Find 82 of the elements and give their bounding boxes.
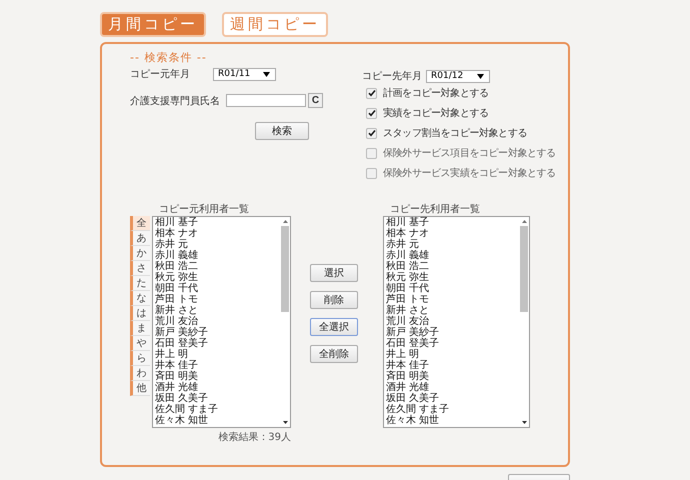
transfer-button[interactable]: 選択: [310, 264, 358, 282]
user-item[interactable]: 佐々木 知世: [155, 415, 280, 426]
option-label: 実績をコピー対象とする: [383, 106, 489, 120]
user-item[interactable]: 荒川 友治: [386, 316, 519, 327]
user-item[interactable]: 秋田 浩二: [386, 261, 519, 272]
field-label: コピー先年月: [362, 70, 422, 83]
checkbox[interactable]: [366, 168, 377, 178]
dropdown-arrow-icon: [477, 74, 484, 78]
user-item[interactable]: 坂田 久美子: [386, 393, 519, 404]
kana-tab[interactable]: ら: [130, 351, 150, 366]
user-item[interactable]: 朝田 千代: [155, 283, 280, 294]
option-label: 計画をコピー対象とする: [383, 86, 489, 100]
name-input[interactable]: [226, 94, 306, 107]
field-label: コピー元年月: [130, 68, 191, 81]
month-select[interactable]: R01/12: [426, 70, 490, 82]
user-item[interactable]: 新井 さと: [155, 305, 280, 316]
kana-tab[interactable]: は: [130, 306, 150, 321]
user-item[interactable]: 井上 明: [386, 349, 519, 360]
user-item[interactable]: 佐々木 知世: [386, 415, 519, 426]
user-item[interactable]: 井本 佳子: [386, 360, 519, 371]
kana-tab[interactable]: さ: [130, 261, 150, 276]
transfer-button[interactable]: 全選択: [310, 318, 358, 336]
kana-tab[interactable]: か: [130, 246, 150, 261]
user-item[interactable]: 酒井 光雄: [155, 382, 280, 393]
user-item[interactable]: 芦田 トモ: [386, 294, 519, 305]
option-label: 保険外サービス実績をコピー対象とする: [383, 166, 556, 180]
kana-tab[interactable]: た: [130, 276, 150, 291]
field-label: 介護支援専門員氏名: [130, 94, 220, 108]
dropdown-arrow-icon: [263, 72, 270, 76]
option-label: スタッフ割当をコピー対象とする: [383, 126, 528, 140]
scroll-up-icon: [522, 220, 526, 223]
user-item[interactable]: 芦田 トモ: [155, 294, 280, 305]
user-item[interactable]: 石田 登美子: [386, 338, 519, 349]
kana-tab[interactable]: 全: [130, 216, 150, 231]
user-item[interactable]: 佐久間 すま子: [386, 404, 519, 415]
user-item[interactable]: 相川 基子: [386, 217, 519, 228]
kana-tab[interactable]: や: [130, 336, 150, 351]
kana-tab[interactable]: ま: [130, 321, 150, 336]
user-item[interactable]: 斉田 明美: [155, 371, 280, 382]
user-item[interactable]: 赤井 元: [155, 239, 280, 250]
user-item[interactable]: 相本 ナオ: [155, 228, 280, 239]
list-title: コピー元利用者一覧: [159, 202, 250, 216]
clear-button[interactable]: C: [308, 93, 323, 108]
result-count: 検索結果：39人: [218, 432, 291, 443]
user-item[interactable]: 秋元 弥生: [386, 272, 519, 283]
user-item[interactable]: 新戸 美紗子: [155, 327, 280, 338]
user-item[interactable]: 佐久間 すま子: [155, 404, 280, 415]
kana-tab[interactable]: 他: [130, 381, 150, 396]
section-legend: -- 検索条件 --: [130, 50, 207, 65]
user-item[interactable]: 酒井 光雄: [386, 382, 519, 393]
user-item[interactable]: 新戸 美紗子: [386, 327, 519, 338]
user-item[interactable]: 赤井 元: [386, 239, 519, 250]
scroll-down-icon: [282, 421, 288, 424]
user-item[interactable]: 坂田 久美子: [155, 393, 280, 404]
user-item[interactable]: 相川 基子: [155, 217, 280, 228]
checkbox[interactable]: [366, 88, 377, 98]
kana-tab[interactable]: な: [130, 291, 150, 306]
user-item[interactable]: 相本 ナオ: [386, 228, 519, 239]
checkbox[interactable]: [366, 148, 377, 158]
scroll-up-icon: [282, 220, 288, 223]
kana-tab[interactable]: あ: [130, 231, 150, 246]
user-item[interactable]: 井本 佳子: [155, 360, 280, 371]
user-item[interactable]: 井上 明: [155, 349, 280, 360]
option-label: 保険外サービス項目をコピー対象とする: [383, 146, 556, 160]
user-item[interactable]: 秋元 弥生: [155, 272, 280, 283]
checkbox[interactable]: [366, 108, 377, 118]
list-title: コピー先利用者一覧: [390, 202, 481, 216]
checkbox[interactable]: [366, 128, 377, 138]
user-item[interactable]: 石田 登美子: [155, 338, 280, 349]
user-item[interactable]: 秋田 浩二: [155, 261, 280, 272]
transfer-button[interactable]: 全削除: [310, 345, 358, 363]
user-item[interactable]: 新井 さと: [386, 305, 519, 316]
user-item[interactable]: 赤川 義雄: [155, 250, 280, 261]
search-button[interactable]: 検索: [255, 122, 309, 140]
user-item[interactable]: 朝田 千代: [386, 283, 519, 294]
transfer-button[interactable]: 削除: [310, 291, 358, 309]
user-item[interactable]: 荒川 友治: [155, 316, 280, 327]
user-item[interactable]: 赤川 義雄: [386, 250, 519, 261]
user-item[interactable]: 斉田 明美: [386, 371, 519, 382]
scroll-down-icon: [522, 421, 526, 424]
month-select[interactable]: R01/11: [213, 68, 276, 80]
kana-tab[interactable]: わ: [130, 366, 150, 381]
